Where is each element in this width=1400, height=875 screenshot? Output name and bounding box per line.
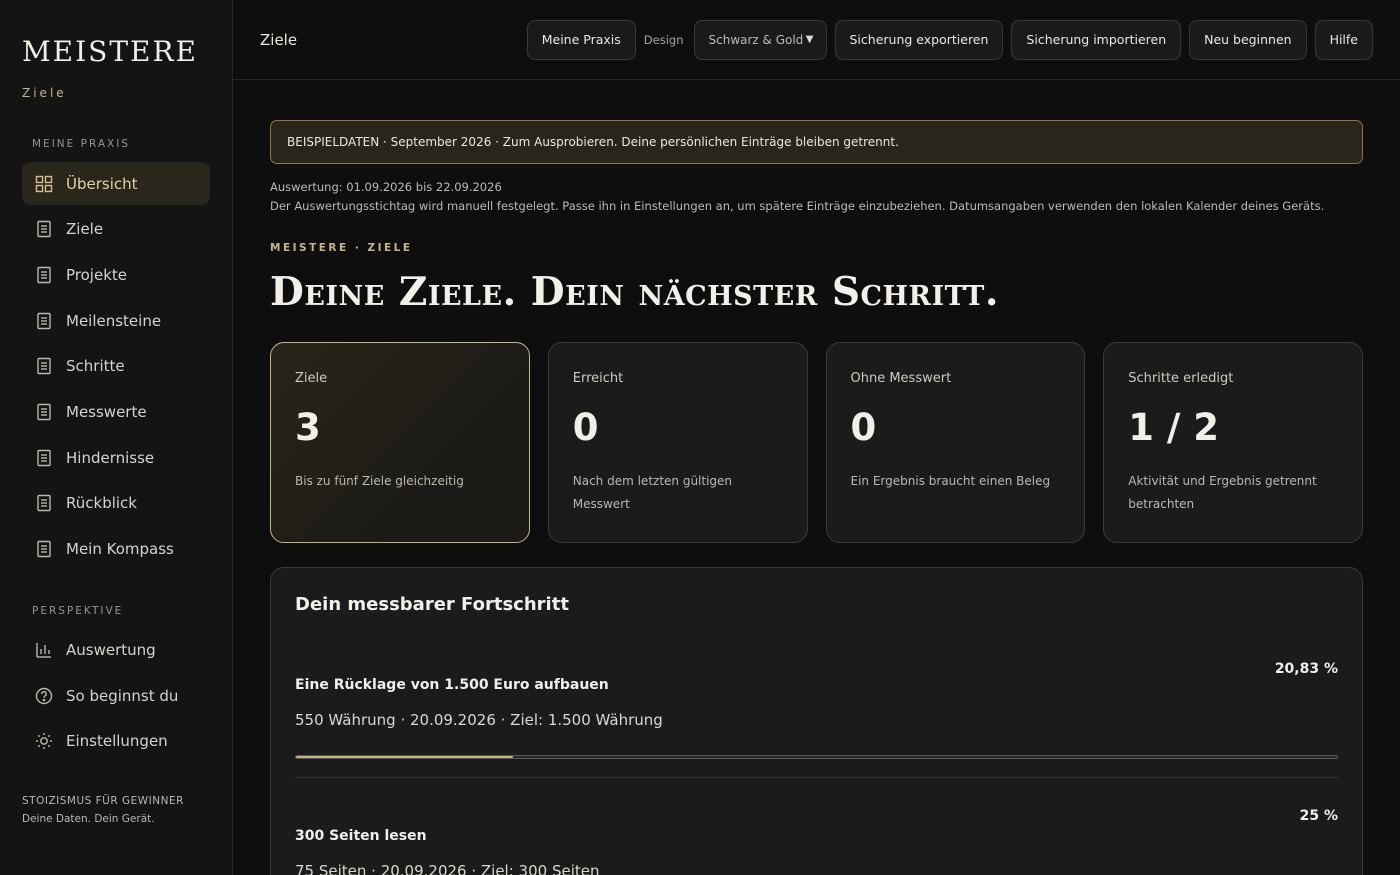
stat-card-label: Erreicht [572,371,624,386]
stat-card-value: 3 [295,406,321,449]
nav-section-praxis: MEINE PRAXIS [32,138,130,150]
sidebar-footer-note: Deine Daten. Dein Gerät. [22,813,155,825]
goal-percent: 25 % [1299,808,1338,824]
sidebar-item-ziele[interactable]: Ziele [22,208,210,251]
sidebar-item-label: Ziele [66,220,104,239]
sidebar-item-label: Meilensteine [66,311,162,330]
goal-item[interactable]: 20,83 % Eine Rücklage von 1.500 Euro auf… [295,615,1338,759]
goal-detail: 550 Währung · 20.09.2026 · Ziel: 1.500 W… [295,711,663,729]
content: BEISPIELDATEN · September 2026 · Zum Aus… [233,80,1400,875]
sidebar-item-label: Mein Kompass [66,540,174,558]
help-circle-icon [35,687,53,705]
sidebar-item-label: Einstellungen [66,732,168,751]
stat-card-erreicht[interactable]: Erreicht 0 Nach dem letzten gültigen Mes… [547,342,808,543]
brand: MEISTERE Ziele [22,0,210,101]
goal-name: 300 Seiten lesen [295,828,427,844]
sidebar-item-label: Rückblick [66,494,137,513]
goal-detail: 75 Seiten · 20.09.2026 · Ziel: 300 Seite… [295,862,600,875]
sidebar-item-schritte[interactable]: Schritte [22,345,210,388]
goal-item[interactable]: 25 % 300 Seiten lesen 75 Seiten · 20.09.… [295,777,1338,875]
nav-perspektive: Auswertung So beginnst du Einstellungen [22,629,210,763]
sidebar-item-label: Schritte [66,357,125,376]
sidebar-item-label: Messwerte [66,402,147,421]
sun-icon [35,732,53,750]
progress-panel: Dein messbarer Fortschritt 20,83 % Eine … [270,567,1363,875]
document-icon [35,449,53,467]
sidebar-item-label: Hindernisse [66,448,155,467]
stat-card-desc: Nach dem letzten gültigen Messwert [572,474,733,511]
sample-data-notice: BEISPIELDATEN · September 2026 · Zum Aus… [270,120,1363,164]
design-label: Design [643,32,684,47]
stat-card-desc: Ein Ergebnis braucht einen Beleg [850,474,1051,488]
progress-panel-title: Dein messbarer Fortschritt [295,594,569,615]
document-icon [35,266,53,284]
design-select-value: Schwarz & Gold [708,32,804,47]
stat-cards: Ziele 3 Bis zu fünf Ziele gleichzeitig E… [270,342,1363,543]
stat-card-label: Schritte erledigt [1128,371,1234,386]
stat-card-schritte[interactable]: Schritte erledigt 1 / 2 Aktivität und Er… [1103,342,1363,543]
evaluation-note: Der Auswertungsstichtag wird manuell fes… [270,199,1325,213]
export-backup-button[interactable]: Sicherung exportieren [834,19,1004,60]
stat-card-ziele[interactable]: Ziele 3 Bis zu fünf Ziele gleichzeitig [270,342,530,543]
stat-card-value: 0 [850,406,877,449]
restart-button[interactable]: Neu beginnen [1189,19,1307,60]
brand-logo[interactable]: MEISTERE [22,36,210,68]
stat-card-label: Ziele [295,371,328,386]
document-icon [35,220,53,238]
stat-card-desc: Bis zu fünf Ziele gleichzeitig [295,474,464,488]
sidebar-item-projekte[interactable]: Projekte [22,253,210,296]
sidebar-item-so-beginnst-du[interactable]: So beginnst du [22,674,210,717]
goal-progress-fill [296,756,513,758]
stat-card-label: Ohne Messwert [850,371,952,386]
headline: Deine Ziele. Dein nächster Schritt. [270,269,999,315]
design-select[interactable]: Schwarz & Gold ▼ [693,19,827,60]
chevron-down-icon: ▼ [805,34,814,45]
document-icon [35,403,53,421]
stat-card-ohne-messwert[interactable]: Ohne Messwert 0 Ein Ergebnis braucht ein… [825,342,1086,543]
sidebar-item-label: Übersicht [66,174,138,193]
sidebar-item-rueckblick[interactable]: Rückblick [22,482,210,525]
evaluation-range: Auswertung: 01.09.2026 bis 22.09.2026 [270,180,502,194]
top-actions: Meine Praxis Design Schwarz & Gold ▼ Sic… [526,19,1373,60]
kicker: MEISTERE · ZIELE [270,242,413,254]
import-backup-button[interactable]: Sicherung importieren [1011,19,1182,60]
nav-praxis: Übersicht Ziele Projekte Meilensteine Sc… [22,162,210,571]
document-icon [35,540,53,558]
sidebar-footer-tagline: STOIZISMUS FÜR GEWINNER [22,795,184,807]
sidebar-item-label: Projekte [66,265,127,284]
goal-name: Eine Rücklage von 1.500 Euro aufbauen [295,677,609,693]
sidebar-item-einstellungen[interactable]: Einstellungen [22,720,210,763]
sidebar-item-uebersicht[interactable]: Übersicht [22,162,210,205]
sidebar-item-meilensteine[interactable]: Meilensteine [22,299,210,342]
sidebar-item-auswertung[interactable]: Auswertung [22,629,210,672]
main: Ziele Meine Praxis Design Schwarz & Gold… [233,0,1400,875]
document-icon [35,312,53,330]
grid-icon [35,175,53,193]
bar-chart-icon [35,641,53,659]
brand-subtitle: Ziele [22,86,67,100]
nav-section-perspektive: PERSPEKTIVE [32,604,124,617]
document-icon [35,494,53,512]
stat-card-desc: Aktivität und Ergebnis getrennt betracht… [1128,474,1317,511]
goal-percent: 20,83 % [1274,661,1338,677]
sidebar-item-label: Auswertung [66,641,156,659]
sidebar-item-messwerte[interactable]: Messwerte [22,390,210,433]
goal-progress-bar [295,755,1338,759]
sidebar-footer: STOIZISMUS FÜR GEWINNER Deine Daten. Dei… [22,795,184,825]
meine-praxis-button[interactable]: Meine Praxis [526,19,636,60]
stat-card-value: 1 / 2 [1128,406,1220,449]
topbar: Ziele Meine Praxis Design Schwarz & Gold… [233,0,1400,80]
document-icon [35,357,53,375]
sidebar-item-mein-kompass[interactable]: Mein Kompass [22,528,210,571]
sidebar-item-hindernisse[interactable]: Hindernisse [22,436,210,479]
sidebar: MEISTERE Ziele MEINE PRAXIS Übersicht Zi… [0,0,233,875]
page-title: Ziele [260,30,298,49]
stat-card-value: 0 [572,406,599,449]
sidebar-item-label: So beginnst du [66,686,179,705]
help-button[interactable]: Hilfe [1314,19,1373,60]
